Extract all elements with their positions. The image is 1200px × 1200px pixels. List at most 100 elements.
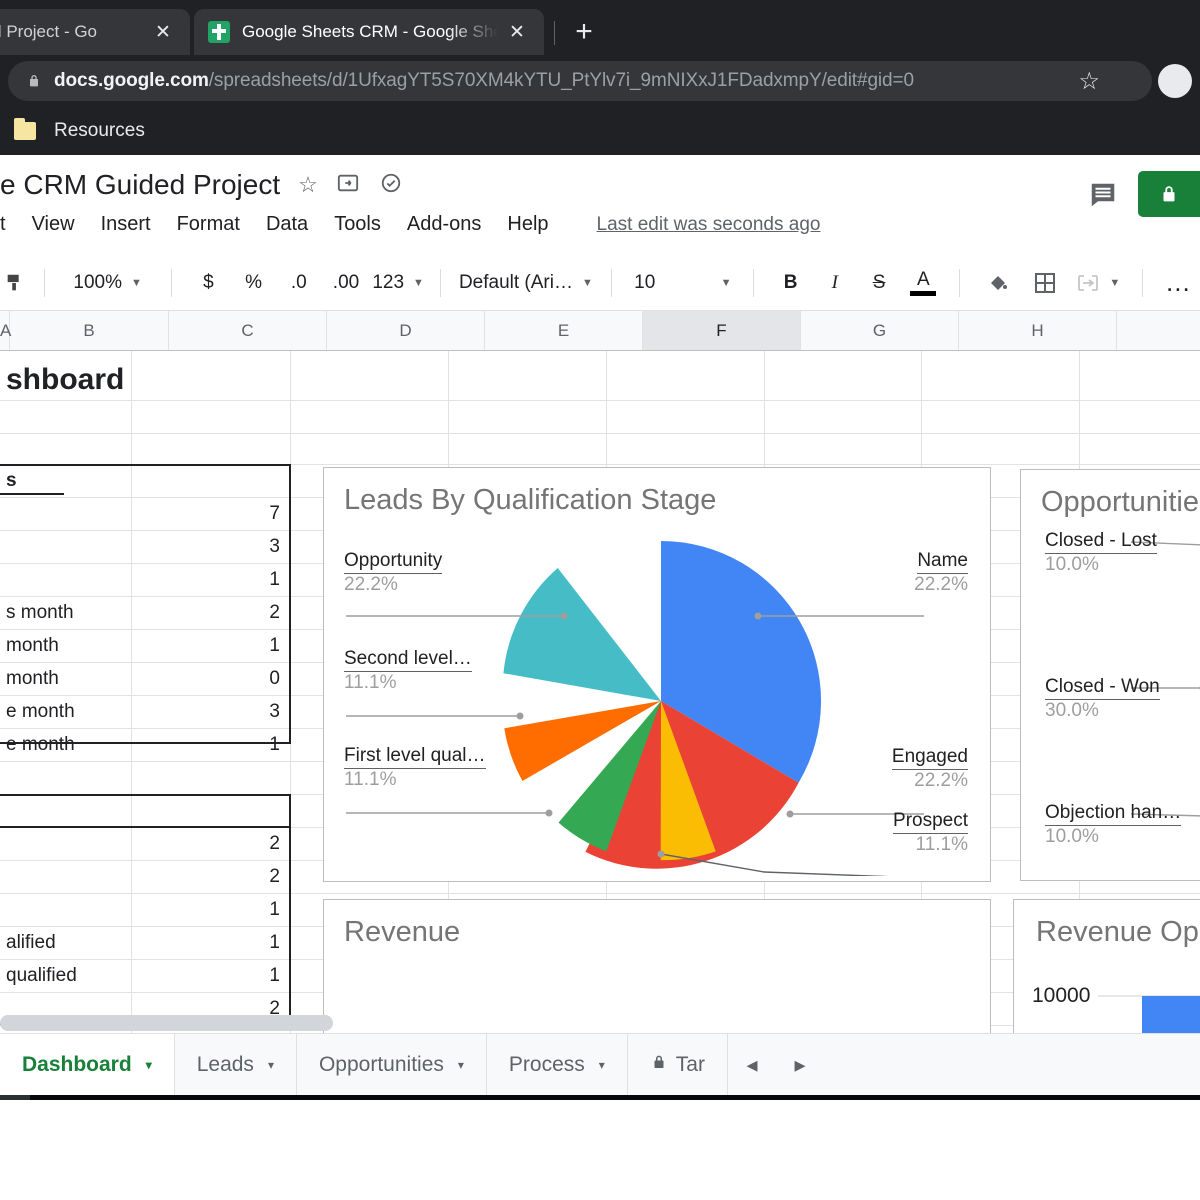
chevron-down-icon[interactable]: ▾ <box>599 1058 605 1072</box>
column-header-a[interactable]: A <box>0 311 11 350</box>
sheet-tab-leads[interactable]: Leads ▾ <box>175 1034 297 1095</box>
new-tab-button[interactable]: + <box>565 13 603 51</box>
currency-button[interactable]: $ <box>186 263 231 303</box>
increase-decimal-button[interactable]: .00 <box>321 263 370 303</box>
cell-value-row7[interactable]: 3 <box>131 695 286 728</box>
cell-value-row8[interactable]: 1 <box>131 728 286 761</box>
spreadsheet-grid[interactable]: shboard s 7 3 1 s month 2 month 1 month … <box>0 351 1200 1033</box>
menu-item-view[interactable]: View <box>32 213 75 236</box>
browser-tab-1-title: uided Project - Go <box>0 22 98 41</box>
last-edit-status[interactable]: Last edit was seconds ago <box>597 214 821 236</box>
browser-tab-1[interactable]: uided Project - Go ✕ <box>0 9 190 55</box>
menu-item-0[interactable]: t <box>0 213 6 236</box>
horizontal-scrollbar[interactable] <box>0 1011 1200 1033</box>
cell-a1-dashboard-title[interactable]: shboard <box>0 361 130 399</box>
bookmark-star-icon[interactable]: ☆ <box>1078 67 1100 96</box>
cell-label-row8[interactable]: e month <box>0 728 81 761</box>
address-bar[interactable]: docs.google.com/spreadsheets/d/1UfxagYT5… <box>8 61 1152 101</box>
browser-tab-2-close-icon[interactable]: ✕ <box>504 19 530 45</box>
browser-tab-1-close-icon[interactable]: ✕ <box>150 19 176 45</box>
sheet-tab-dashboard[interactable]: Dashboard ▾ <box>0 1034 175 1095</box>
font-size-selector[interactable]: 10 ▼ <box>626 263 739 303</box>
cell-value-brow3[interactable]: 1 <box>131 893 286 926</box>
profile-avatar[interactable] <box>1158 64 1192 98</box>
pie-label-first-level-value: 11.1% <box>344 769 397 790</box>
sheet-tab-prev-button[interactable]: ◂ <box>728 1034 776 1095</box>
cell-value-row4[interactable]: 2 <box>131 596 286 629</box>
cell-value-row2[interactable]: 3 <box>131 530 286 563</box>
cell-label-brow4[interactable]: alified <box>0 926 62 959</box>
cell-label-brow3[interactable] <box>0 893 12 926</box>
cell-label-row7[interactable]: e month <box>0 695 81 728</box>
cell-value-brow2[interactable]: 2 <box>131 860 286 893</box>
toolbar-divider <box>1141 268 1143 297</box>
browser-tab-2[interactable]: Google Sheets CRM - Google She ✕ <box>194 9 544 55</box>
cell-value-row6[interactable]: 0 <box>131 662 286 695</box>
chart-leads-by-qualification-stage[interactable]: Leads By Qualification Stage Name 22.2% … <box>323 467 991 882</box>
menu-item-help[interactable]: Help <box>507 213 548 236</box>
number-format-selector[interactable]: 123 ▼ <box>371 263 426 303</box>
chevron-down-icon[interactable]: ▾ <box>268 1058 274 1072</box>
menu-item-format[interactable]: Format <box>177 213 240 236</box>
column-header-g[interactable]: G <box>801 311 959 350</box>
menu-item-tools[interactable]: Tools <box>334 213 381 236</box>
cell-label-row1[interactable] <box>0 497 12 530</box>
horizontal-scrollbar-thumb[interactable] <box>0 1015 333 1031</box>
cell-value-brow1[interactable]: 2 <box>131 827 286 860</box>
column-header-c[interactable]: C <box>169 311 327 350</box>
menu-item-data[interactable]: Data <box>266 213 308 236</box>
cell-label-brow1[interactable] <box>0 827 12 860</box>
star-icon[interactable]: ☆ <box>298 174 318 196</box>
zoom-selector[interactable]: 100% ▼ <box>58 263 156 303</box>
cell-value-row5[interactable]: 1 <box>131 629 286 662</box>
borders-button[interactable] <box>1022 263 1069 303</box>
document-title[interactable]: e CRM Guided Project <box>0 169 280 201</box>
folder-icon <box>14 118 36 140</box>
cell-label-row6[interactable]: month <box>0 662 65 695</box>
cloud-saved-icon[interactable] <box>378 172 404 198</box>
cell-value-brow4[interactable]: 1 <box>131 926 286 959</box>
move-to-folder-icon[interactable] <box>336 172 360 198</box>
zoom-value: 100% <box>73 271 122 293</box>
sheet-tab-opportunities[interactable]: Opportunities ▾ <box>297 1034 487 1095</box>
paint-format-icon[interactable] <box>0 263 30 303</box>
cell-label-brow2[interactable] <box>0 860 12 893</box>
cell-label-row3[interactable] <box>0 563 12 596</box>
comment-icon[interactable] <box>1086 180 1120 208</box>
column-header-h[interactable]: H <box>959 311 1117 350</box>
column-header-e[interactable]: E <box>485 311 643 350</box>
sheet-tab-next-button[interactable]: ▸ <box>776 1034 824 1095</box>
column-header-f[interactable]: F <box>643 311 801 350</box>
bold-button[interactable]: B <box>768 263 812 303</box>
text-color-button[interactable]: A <box>901 263 945 303</box>
cell-value-row3[interactable]: 1 <box>131 563 286 596</box>
cell-label-row2[interactable] <box>0 530 12 563</box>
menu-item-addons[interactable]: Add-ons <box>407 213 482 236</box>
font-selector[interactable]: Default (Ari… ▼ <box>455 263 598 303</box>
chart-title: Leads By Qualification Stage <box>344 484 717 516</box>
decrease-decimal-button[interactable]: .0 <box>276 263 321 303</box>
chevron-down-icon[interactable]: ▾ <box>146 1058 152 1072</box>
cell-label-row4[interactable]: s month <box>0 596 80 629</box>
more-options-button[interactable]: … <box>1157 263 1200 303</box>
chart-opportunities[interactable]: Opportunitie Closed - Lost 10.0% Closed … <box>1020 469 1200 881</box>
italic-button[interactable]: I <box>813 263 857 303</box>
sheet-tab-target[interactable]: Tar <box>628 1034 728 1095</box>
menu-item-insert[interactable]: Insert <box>101 213 151 236</box>
column-header-d[interactable]: D <box>327 311 485 350</box>
bar-ytick-10000: 10000 <box>1032 984 1091 1007</box>
sheet-tab-process[interactable]: Process ▾ <box>487 1034 628 1095</box>
cell-label-brow5[interactable]: qualified <box>0 959 83 992</box>
cell-a4-section-header[interactable]: s <box>0 467 23 495</box>
merge-cells-button[interactable]: ▼ <box>1069 263 1128 303</box>
percent-button[interactable]: % <box>231 263 276 303</box>
cell-label-row5[interactable]: month <box>0 629 65 662</box>
cell-value-brow5[interactable]: 1 <box>131 959 286 992</box>
strikethrough-button[interactable]: S <box>857 263 901 303</box>
share-button[interactable] <box>1138 171 1200 217</box>
chevron-down-icon[interactable]: ▾ <box>458 1058 464 1072</box>
bookmark-item-resources[interactable]: Resources <box>54 120 145 142</box>
column-header-b[interactable]: B <box>10 311 169 350</box>
cell-value-row1[interactable]: 7 <box>131 497 286 530</box>
fill-color-button[interactable] <box>974 263 1021 303</box>
